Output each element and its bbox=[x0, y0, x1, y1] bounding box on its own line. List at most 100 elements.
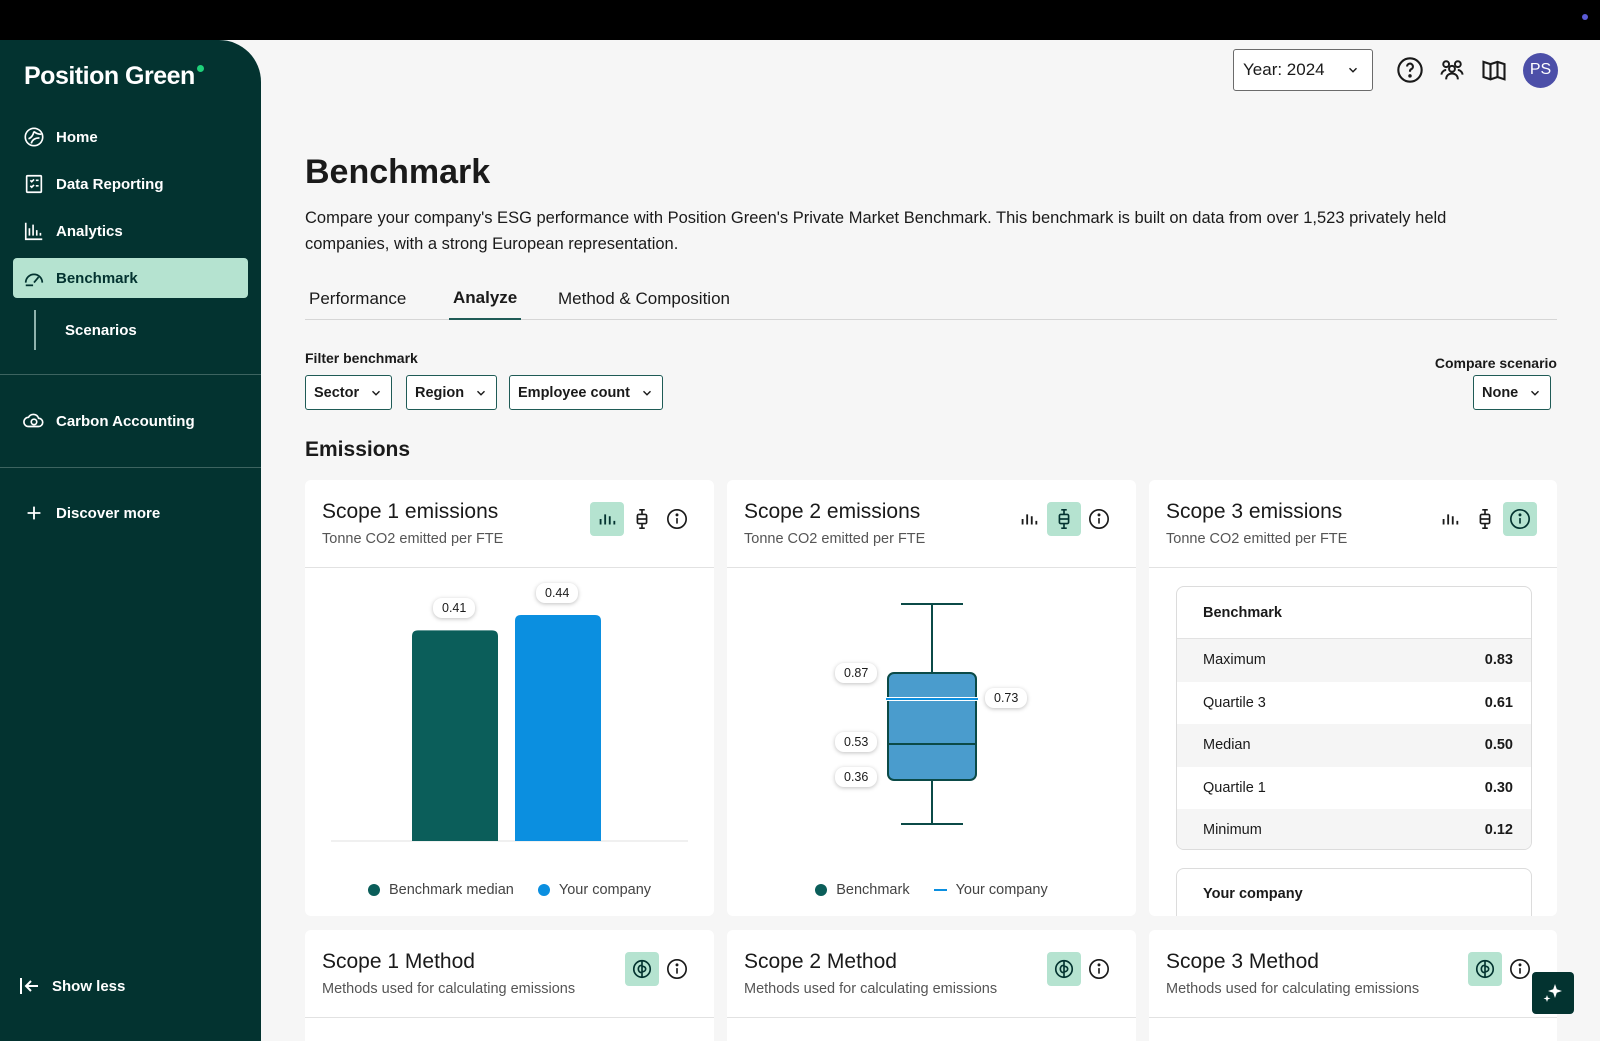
bar-benchmark-median bbox=[412, 630, 498, 841]
box-view-button[interactable] bbox=[625, 502, 659, 536]
method-chart-icon bbox=[632, 959, 652, 979]
sidebar-item-label: Home bbox=[56, 128, 98, 146]
brand-logo[interactable]: Position Green bbox=[24, 62, 204, 91]
collapse-left-icon bbox=[20, 978, 38, 994]
your-company-table: Your company bbox=[1176, 868, 1532, 916]
sidebar-item-label: Discover more bbox=[56, 504, 161, 522]
scope2-method-card: Scope 2 Method Methods used for calculat… bbox=[727, 930, 1136, 1041]
info-button[interactable] bbox=[1503, 502, 1537, 536]
tab-method-composition[interactable]: Method & Composition bbox=[554, 278, 734, 320]
card-subtitle: Tonne CO2 emitted per FTE bbox=[1166, 531, 1348, 547]
show-less-button[interactable]: Show less bbox=[18, 974, 125, 998]
sidebar-item-analytics[interactable]: Analytics bbox=[13, 211, 248, 251]
chevron-down-icon bbox=[477, 390, 486, 396]
sidebar-item-label: Scenarios bbox=[65, 321, 137, 339]
method-view-button[interactable] bbox=[1468, 952, 1502, 986]
scope2-box-plot bbox=[886, 603, 978, 825]
bar-value-label: 0.44 bbox=[536, 583, 579, 603]
info-button[interactable] bbox=[660, 952, 694, 986]
method-chart-icon bbox=[1054, 959, 1074, 979]
bar-view-button[interactable] bbox=[1433, 502, 1467, 536]
analytics-icon bbox=[24, 222, 43, 241]
interquartile-box bbox=[887, 672, 977, 781]
compare-scenario-value: None bbox=[1482, 384, 1519, 401]
sidebar-item-data-reporting[interactable]: Data Reporting bbox=[13, 164, 248, 204]
table-header: Benchmark bbox=[1177, 587, 1531, 639]
logo-dot bbox=[196, 65, 204, 72]
compare-scenario-dropdown[interactable]: None bbox=[1473, 375, 1552, 410]
card-view-toggles bbox=[624, 952, 694, 986]
legend-swatch bbox=[367, 884, 380, 896]
box-view-button[interactable] bbox=[1047, 502, 1081, 536]
info-button[interactable] bbox=[660, 502, 694, 536]
sidebar-item-label: Data Reporting bbox=[56, 175, 164, 193]
card-title: Scope 2 Method bbox=[744, 950, 897, 973]
row-label: Minimum bbox=[1203, 822, 1262, 839]
ai-assistant-button[interactable] bbox=[1532, 972, 1574, 1014]
chevron-down-icon bbox=[372, 390, 381, 396]
info-icon bbox=[1089, 959, 1109, 979]
row-label: Quartile 1 bbox=[1203, 779, 1266, 796]
card-view-toggles bbox=[1046, 952, 1116, 986]
filter-benchmark-label: Filter benchmark bbox=[305, 350, 418, 366]
method-chart-icon bbox=[1475, 959, 1495, 979]
tab-performance[interactable]: Performance bbox=[305, 278, 410, 320]
row-value: 0.83 bbox=[1484, 652, 1513, 669]
chevron-down-icon bbox=[1531, 390, 1540, 396]
box-view-button[interactable] bbox=[1468, 502, 1502, 536]
legend-label: Benchmark median bbox=[388, 882, 514, 898]
home-icon bbox=[24, 127, 44, 147]
legend-item-your-company: Your company bbox=[537, 882, 651, 898]
info-button[interactable] bbox=[1082, 952, 1116, 986]
scope2-emissions-card: Scope 2 emissions Tonne CO2 emitted per … bbox=[727, 480, 1136, 916]
card-header: Scope 2 Method Methods used for calculat… bbox=[727, 930, 1136, 1018]
table-row: Quartile 1 0.30 bbox=[1177, 767, 1531, 810]
legend-swatch bbox=[815, 884, 828, 896]
bar-chart-icon bbox=[1442, 514, 1459, 525]
legend-line-swatch bbox=[933, 889, 947, 891]
card-header: Scope 2 emissions Tonne CO2 emitted per … bbox=[727, 480, 1136, 568]
community-icon[interactable] bbox=[1438, 56, 1466, 84]
sidebar-item-home[interactable]: Home bbox=[13, 117, 248, 157]
bar-view-button[interactable] bbox=[590, 502, 624, 536]
filter-label: Region bbox=[415, 384, 465, 401]
sidebar-item-carbon-accounting[interactable]: Carbon Accounting bbox=[13, 401, 248, 441]
median-label: 0.53 bbox=[835, 732, 878, 752]
tab-analyze[interactable]: Analyze bbox=[449, 278, 522, 320]
page-description: Compare your company's ESG performance w… bbox=[305, 209, 1447, 253]
bar-view-button[interactable] bbox=[1012, 502, 1046, 536]
info-icon bbox=[1510, 959, 1530, 979]
year-select-value: Year: 2024 bbox=[1243, 60, 1325, 79]
sidebar-item-discover-more[interactable]: Discover more bbox=[13, 493, 248, 533]
user-avatar[interactable]: PS bbox=[1523, 52, 1558, 88]
top-black-bar bbox=[0, 0, 1600, 40]
bar-your-company bbox=[515, 615, 601, 841]
row-label: Median bbox=[1203, 737, 1251, 754]
sector-filter-dropdown[interactable]: Sector bbox=[305, 375, 393, 410]
sidebar: Position Green Home Data Reporting Analy… bbox=[0, 40, 261, 1041]
legend-swatch bbox=[537, 884, 550, 896]
plus-icon bbox=[27, 506, 41, 520]
row-value: 0.30 bbox=[1484, 779, 1513, 796]
bar-chart-icon bbox=[599, 514, 616, 525]
card-view-toggles bbox=[589, 502, 694, 536]
sidebar-item-scenarios[interactable]: Scenarios bbox=[34, 310, 137, 350]
scope1-bar-chart bbox=[331, 615, 688, 842]
info-button[interactable] bbox=[1082, 502, 1116, 536]
scope3-method-card: Scope 3 Method Methods used for calculat… bbox=[1149, 930, 1557, 1041]
sidebar-item-benchmark[interactable]: Benchmark bbox=[13, 258, 248, 298]
table-body: Maximum 0.83 Quartile 3 0.61 Median 0.50 Qu… bbox=[1177, 639, 1531, 849]
method-view-button[interactable] bbox=[625, 952, 659, 986]
info-icon bbox=[1510, 509, 1530, 529]
book-icon[interactable] bbox=[1480, 56, 1508, 84]
chart-legend: Benchmark median Your company bbox=[305, 882, 714, 898]
sidebar-item-label: Analytics bbox=[56, 222, 123, 240]
year-select[interactable]: Year: 2024 bbox=[1233, 49, 1373, 91]
method-view-button[interactable] bbox=[1047, 952, 1081, 986]
card-view-toggles bbox=[1011, 502, 1116, 536]
row-value: 0.50 bbox=[1484, 737, 1513, 754]
help-icon[interactable] bbox=[1396, 56, 1424, 84]
brand-name: Position Green bbox=[24, 62, 195, 90]
region-filter-dropdown[interactable]: Region bbox=[406, 375, 498, 410]
employee-count-filter-dropdown[interactable]: Employee count bbox=[509, 375, 663, 410]
